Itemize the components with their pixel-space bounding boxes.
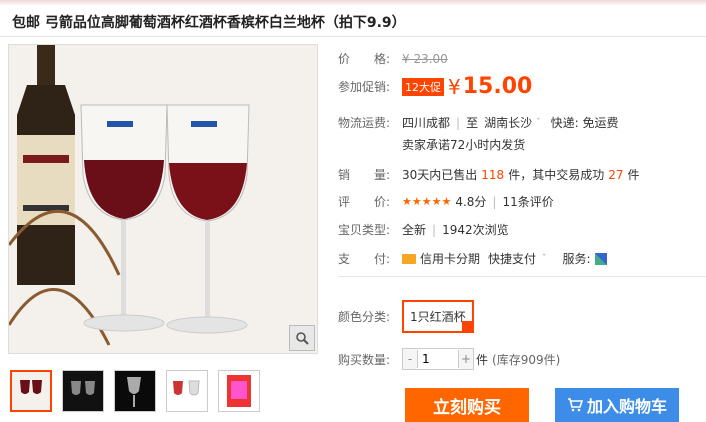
- sales-label: 销 量:: [338, 168, 391, 182]
- stock-count: (库存909件): [492, 352, 561, 367]
- review-count-link[interactable]: 11条评价: [502, 193, 553, 210]
- add-to-cart-button[interactable]: 加入购物车: [555, 388, 679, 422]
- type-row: 宝贝类型: 全新 | 1942次浏览: [338, 221, 509, 238]
- product-title: 包邮 弓箭品位高脚葡萄酒杯红酒杯香槟杯白兰地杯（拍下9.9）: [12, 15, 406, 31]
- separator: |: [492, 194, 497, 209]
- original-price: ¥ 23.00: [402, 51, 448, 66]
- installment-option[interactable]: 信用卡分期: [420, 250, 480, 267]
- thumbnail-2[interactable]: [62, 370, 104, 412]
- sales-suffix: 件: [627, 168, 640, 182]
- shipping-row: 物流运费: 四川成都 | 至 湖南长沙 ˇ 快递: 免运费: [338, 114, 618, 131]
- sales-row: 销 量: 30天内已售出 118 件，其中交易成功 27 件: [338, 166, 640, 183]
- price-label: 价 格:: [338, 52, 391, 66]
- quantity-label: 购买数量:: [338, 352, 391, 367]
- top-bar: [0, 0, 706, 6]
- currency-symbol: ¥: [448, 74, 461, 99]
- shipping-promise: 卖家承诺72小时内发货: [402, 138, 526, 152]
- sales-prefix: 30天内已售出: [402, 168, 478, 182]
- chevron-down-icon[interactable]: ˇ: [536, 118, 541, 128]
- quantity-plus-button[interactable]: +: [459, 349, 473, 369]
- promo-label: 参加促销:: [338, 80, 391, 94]
- thumbnail-4[interactable]: [166, 370, 208, 412]
- service-guarantee-icon[interactable]: [594, 252, 607, 265]
- ship-to-prefix: 至: [466, 116, 479, 130]
- add-to-cart-label: 加入购物车: [586, 397, 667, 416]
- cart-icon: [567, 398, 583, 412]
- thumbnail-list: [10, 370, 260, 412]
- separator: |: [456, 115, 461, 130]
- chevron-down-icon[interactable]: ˇ: [542, 254, 547, 264]
- divider: [0, 36, 706, 37]
- separator: |: [432, 222, 437, 237]
- main-product-image[interactable]: [8, 44, 318, 354]
- ship-to-select[interactable]: 湖南长沙: [484, 114, 532, 131]
- sold-count: 118: [481, 167, 505, 182]
- rating-row: 评 价: ★★★★★ 4.8分 | 11条评价: [338, 193, 554, 210]
- buy-now-button[interactable]: 立刻购买: [405, 388, 529, 422]
- promo-price: 15.00: [462, 74, 533, 99]
- color-option-selected[interactable]: 1只红酒杯: [402, 300, 474, 333]
- price-row: 价 格: ¥ 23.00: [338, 50, 448, 67]
- wine-glasses-photo: [9, 45, 317, 353]
- color-row: 颜色分类: 1只红酒杯: [338, 300, 474, 333]
- service-label: 服务:: [562, 252, 591, 266]
- quantity-unit: 件: [476, 352, 489, 367]
- promo-row: 参加促销: 12大促 ¥ 15.00: [338, 74, 532, 99]
- rating-score: 4.8分: [455, 195, 487, 209]
- shipping-promise-row: 卖家承诺72小时内发货: [402, 136, 525, 153]
- rating-label: 评 价:: [338, 195, 391, 209]
- ship-from: 四川成都: [402, 116, 451, 130]
- sales-middle: 件，其中交易成功: [508, 168, 605, 182]
- item-condition: 全新: [402, 223, 427, 237]
- payment-label: 支 付:: [338, 252, 391, 266]
- promo-badge: 12大促: [402, 77, 444, 96]
- thumbnail-5[interactable]: [218, 370, 260, 412]
- divider: [338, 276, 706, 277]
- quantity-input[interactable]: [417, 350, 459, 368]
- payment-row: 支 付: 信用卡分期 快捷支付 ˇ 服务:: [338, 250, 607, 267]
- view-count: 1942次浏览: [442, 223, 509, 237]
- selected-check-icon: [461, 321, 474, 333]
- shipping-label: 物流运费:: [338, 116, 391, 130]
- thumbnail-3[interactable]: [114, 370, 156, 412]
- quantity-row: 购买数量: - + 件 (库存909件): [338, 348, 560, 370]
- type-label: 宝贝类型:: [338, 223, 391, 237]
- color-option-label: 1只红酒杯: [410, 310, 466, 324]
- quick-pay-option[interactable]: 快捷支付: [488, 250, 536, 267]
- quantity-minus-button[interactable]: -: [403, 349, 417, 369]
- success-count: 27: [608, 167, 624, 182]
- credit-card-icon: [402, 253, 416, 264]
- thumbnail-1[interactable]: [10, 370, 52, 412]
- shipping-fee: 快递: 免运费: [550, 116, 619, 130]
- quantity-stepper: - +: [402, 348, 474, 370]
- zoom-icon[interactable]: [289, 325, 315, 351]
- star-rating-icon: ★★★★★: [402, 195, 452, 208]
- color-label: 颜色分类:: [338, 310, 391, 324]
